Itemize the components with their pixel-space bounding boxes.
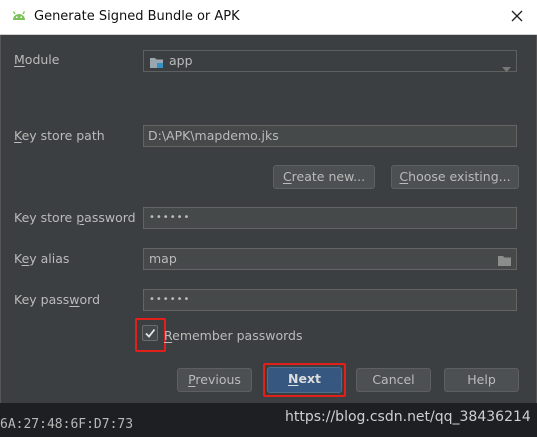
watermark-text: https://blog.csdn.net/qq_38436214 <box>285 409 531 425</box>
remember-passwords-checkbox[interactable] <box>142 325 158 341</box>
choose-existing-button[interactable]: Choose existing... <box>391 165 519 189</box>
next-button[interactable]: Next <box>267 367 342 393</box>
title-bar: Generate Signed Bundle or APK <box>0 0 537 35</box>
close-icon <box>511 10 523 22</box>
module-label: Module <box>14 52 60 67</box>
module-folder-icon <box>150 55 164 75</box>
key-store-password-label: Key store password <box>14 210 136 225</box>
remember-passwords-label[interactable]: Remember passwords <box>164 328 302 343</box>
browse-folder-icon[interactable] <box>498 253 512 273</box>
key-alias-label: Key alias <box>14 251 70 266</box>
key-password-label: Key password <box>14 292 101 307</box>
checkmark-icon <box>145 328 156 338</box>
create-new-button[interactable]: Create new... <box>273 165 375 189</box>
window-title: Generate Signed Bundle or APK <box>34 9 240 24</box>
close-button[interactable] <box>503 3 531 31</box>
background-console: 6A:27:48:6F:D7:73 https://blog.csdn.net/… <box>0 403 537 437</box>
module-dropdown[interactable]: app <box>143 50 517 72</box>
key-store-path-input[interactable]: D:\APK\mapdemo.jks <box>143 125 517 147</box>
key-alias-value: map <box>149 251 177 266</box>
key-alias-input[interactable]: map <box>143 248 517 270</box>
module-value: app <box>169 53 193 68</box>
previous-button[interactable]: Previous <box>177 368 252 392</box>
key-password-input[interactable]: •••••• <box>143 289 517 311</box>
help-button[interactable]: Help <box>444 368 519 392</box>
key-store-password-input[interactable]: •••••• <box>143 207 517 229</box>
fingerprint-text: 6A:27:48:6F:D7:73 <box>0 417 134 432</box>
android-studio-icon <box>10 8 28 26</box>
chevron-down-icon <box>502 59 511 79</box>
key-store-path-label: Key store path <box>14 128 105 143</box>
cancel-button[interactable]: Cancel <box>356 368 431 392</box>
